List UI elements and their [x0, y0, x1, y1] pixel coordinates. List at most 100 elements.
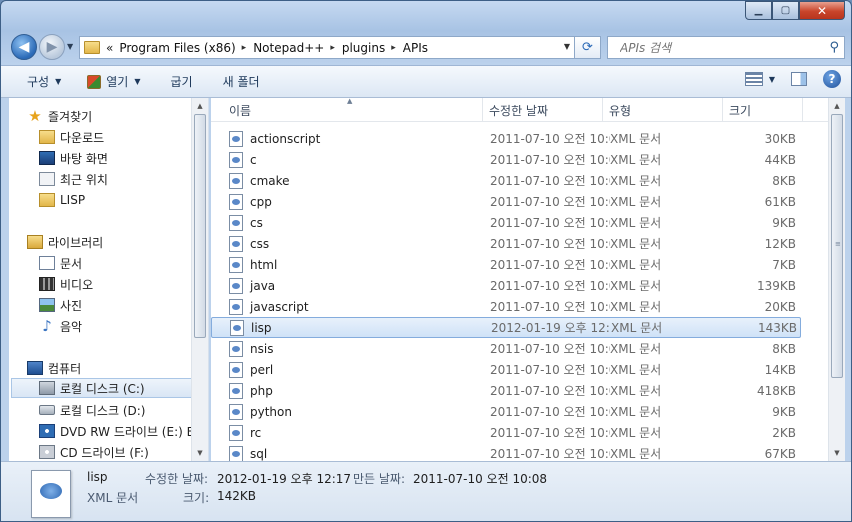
file-date: 2011-07-10 오전 10:08: [490, 153, 610, 167]
file-size: 20KB: [764, 299, 796, 314]
details-created-label: 만든 날짜:: [353, 472, 406, 486]
minimize-button[interactable]: ▁: [745, 1, 772, 20]
xml-file-large-icon: [31, 470, 71, 518]
nav-videos[interactable]: 비디오: [39, 274, 208, 294]
address-bar[interactable]: « Program Files (x86) ▸ Notepad++ ▸ plug…: [79, 36, 575, 59]
folder-icon: [39, 193, 55, 207]
recent-pages-dropdown[interactable]: ▼: [67, 42, 73, 51]
search-icon[interactable]: ⚲: [829, 40, 839, 55]
scroll-up-icon[interactable]: ▲: [192, 98, 208, 114]
file-size: 418KB: [756, 383, 796, 398]
file-name: nsis: [250, 341, 274, 356]
preview-pane-icon[interactable]: [791, 72, 807, 86]
table-row[interactable]: nsis 2011-07-10 오전 10:08XML 문서 8KB: [211, 338, 801, 359]
table-row[interactable]: actionscript 2011-07-10 오전 10:08XML 문서 30K…: [211, 128, 801, 149]
table-row[interactable]: perl 2011-07-10 오전 10:08XML 문서 14KB: [211, 359, 801, 380]
nav-favorites[interactable]: ★ 즐겨찾기: [27, 106, 208, 126]
scroll-thumb[interactable]: [194, 114, 206, 338]
table-row[interactable]: html 2011-07-10 오전 10:08XML 문서 7KB: [211, 254, 801, 275]
column-type[interactable]: 유형: [603, 98, 723, 122]
search-input[interactable]: [608, 40, 808, 55]
nav-local-disk-c[interactable]: 로컬 디스크 (C:): [11, 378, 192, 398]
scroll-thumb[interactable]: ≡: [831, 114, 843, 378]
breadcrumb-separator-icon[interactable]: ▸: [391, 43, 396, 53]
column-size[interactable]: 크기: [723, 98, 803, 122]
file-size: 139KB: [756, 278, 796, 293]
nav-local-disk-d[interactable]: 로컬 디스크 (D:): [39, 400, 208, 420]
breadcrumb-notepadpp[interactable]: Notepad++: [253, 41, 324, 55]
nav-pane-scrollbar[interactable]: ▲ ▼: [191, 98, 208, 461]
nav-desktop[interactable]: 바탕 화면: [39, 148, 208, 168]
nav-downloads[interactable]: 다운로드: [39, 127, 208, 147]
column-name[interactable]: 이름: [211, 98, 483, 122]
nav-dvd-drive-e[interactable]: DVD RW 드라이브 (E:) B: [39, 421, 194, 441]
table-row[interactable]: cmake 2011-07-10 오전 10:08XML 문서 8KB: [211, 170, 801, 191]
nav-recent[interactable]: 최근 위치: [39, 169, 208, 189]
table-row[interactable]: java 2011-07-10 오전 10:08XML 문서 139KB: [211, 275, 801, 296]
nav-libraries[interactable]: 라이브러리: [27, 232, 208, 252]
scroll-down-icon[interactable]: ▼: [192, 445, 208, 461]
open-button[interactable]: 열기 ▼: [77, 69, 150, 94]
table-row[interactable]: css 2011-07-10 오전 10:08XML 문서 12KB: [211, 233, 801, 254]
close-button[interactable]: ✕: [799, 1, 845, 20]
burn-button[interactable]: 굽기: [161, 69, 203, 94]
breadcrumb-program-files[interactable]: Program Files (x86): [119, 41, 235, 55]
file-name: actionscript: [250, 131, 321, 146]
scroll-grip-icon: ≡: [835, 240, 841, 248]
back-button[interactable]: ◀: [11, 34, 37, 60]
breadcrumb-plugins[interactable]: plugins: [342, 41, 385, 55]
cd-drive-icon: [39, 445, 55, 459]
table-row[interactable]: rc 2011-07-10 오전 10:08XML 문서 2KB: [211, 422, 801, 443]
chevron-down-icon: ▼: [67, 42, 74, 51]
new-folder-button[interactable]: 새 폴더: [213, 69, 270, 94]
refresh-button[interactable]: ⟳: [575, 36, 601, 59]
history-chevron[interactable]: «: [106, 41, 113, 55]
nav-computer[interactable]: 컴퓨터: [27, 358, 208, 378]
organize-button[interactable]: 구성 ▼: [17, 69, 71, 94]
table-row[interactable]: cpp 2011-07-10 오전 10:08XML 문서 61KB: [211, 191, 801, 212]
maximize-button[interactable]: ▢: [772, 1, 799, 20]
file-size: 9KB: [772, 215, 796, 230]
breadcrumb-separator-icon[interactable]: ▸: [242, 43, 247, 53]
forward-button[interactable]: ▶: [39, 34, 65, 60]
xml-file-icon: [229, 382, 243, 399]
document-icon: [39, 256, 55, 270]
column-date-modified[interactable]: 수정한 날짜: [483, 98, 603, 122]
picture-icon: [39, 298, 55, 312]
breadcrumb-separator-icon[interactable]: ▸: [330, 43, 335, 53]
table-row[interactable]: php 2011-07-10 오전 10:08XML 문서 418KB: [211, 380, 801, 401]
nav-documents[interactable]: 문서: [39, 253, 208, 273]
nav-lisp[interactable]: LISP: [39, 190, 208, 210]
table-row[interactable]: cs 2011-07-10 오전 10:08XML 문서 9KB: [211, 212, 801, 233]
file-name: lisp: [251, 320, 272, 335]
scroll-up-icon[interactable]: ▲: [829, 98, 845, 114]
nav-label: 로컬 디스크 (D:): [60, 403, 146, 418]
file-list-scrollbar[interactable]: ▲ ≡ ▼: [828, 98, 845, 461]
table-row[interactable]: c 2011-07-10 오전 10:08XML 문서 44KB: [211, 149, 801, 170]
details-file-type: XML 문서: [87, 491, 139, 505]
nav-label: 최근 위치: [60, 172, 108, 187]
nav-music[interactable]: ♪ 음악: [39, 316, 208, 336]
view-list-icon[interactable]: [744, 72, 763, 86]
scroll-down-icon[interactable]: ▼: [829, 445, 845, 461]
file-name: css: [250, 236, 270, 251]
help-icon[interactable]: ?: [823, 70, 841, 88]
xml-file-icon: [229, 172, 243, 189]
file-size: 44KB: [764, 152, 796, 167]
file-name: perl: [250, 362, 274, 377]
address-dropdown-icon[interactable]: ▼: [564, 42, 570, 51]
xml-file-icon: [229, 151, 243, 168]
xml-file-icon: [229, 193, 243, 210]
table-row[interactable]: lisp 2012-01-19 오후 12:17XML 문서 143KB: [211, 317, 801, 338]
search-box[interactable]: ⚲: [607, 36, 845, 59]
library-icon: [27, 235, 43, 249]
view-dropdown-icon[interactable]: ▼: [769, 75, 775, 84]
file-type: XML 문서: [610, 237, 662, 251]
table-row[interactable]: python 2011-07-10 오전 10:08XML 문서 9KB: [211, 401, 801, 422]
nav-cd-drive-f[interactable]: CD 드라이브 (F:): [39, 442, 208, 461]
nav-pictures[interactable]: 사진: [39, 295, 208, 315]
downloads-folder-icon: [39, 130, 55, 144]
table-row[interactable]: sql 2011-07-10 오전 10:08XML 문서 67KB: [211, 443, 801, 461]
table-row[interactable]: javascript 2011-07-10 오전 10:08XML 문서 20KB: [211, 296, 801, 317]
breadcrumb-apis[interactable]: APIs: [403, 41, 428, 55]
